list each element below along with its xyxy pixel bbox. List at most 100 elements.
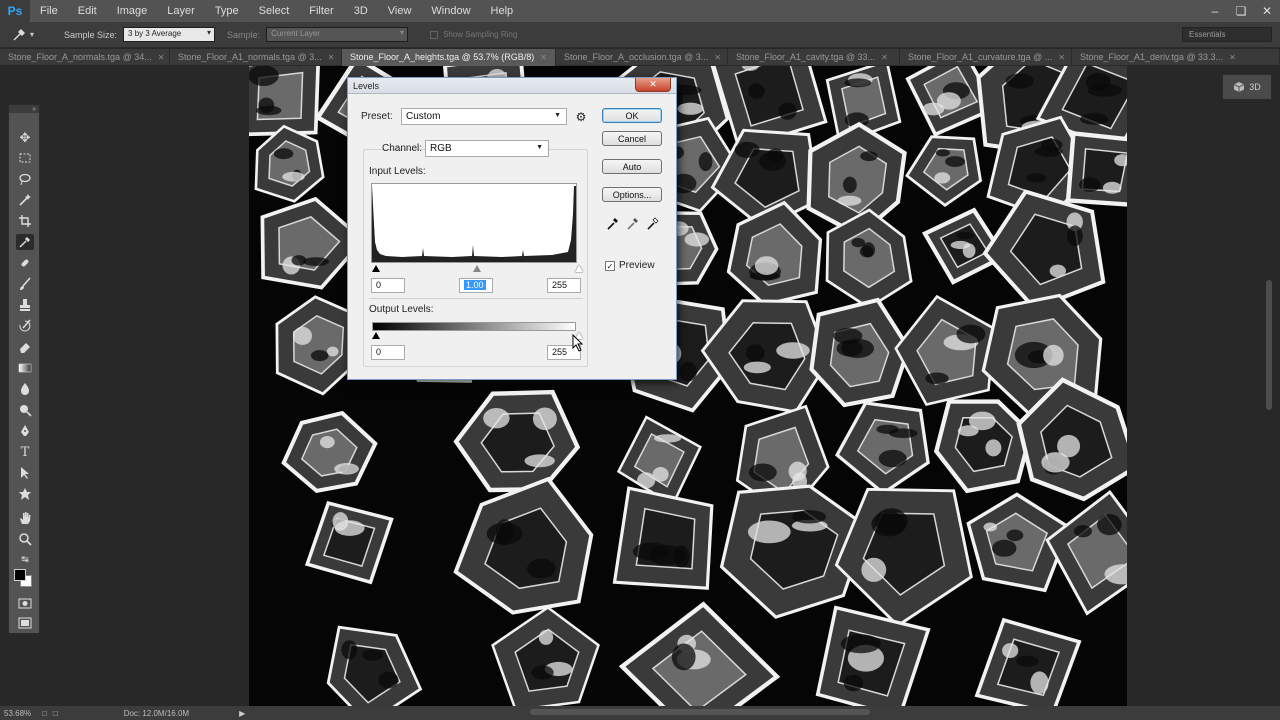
stone-tile-speckle xyxy=(524,454,555,468)
menu-help[interactable]: Help xyxy=(481,0,524,22)
dialog-title-bar[interactable]: Levels ✕ xyxy=(348,78,676,94)
lasso-icon xyxy=(19,173,31,186)
default-colors-toggle[interactable]: ↹ xyxy=(16,551,34,567)
menu-layer[interactable]: Layer xyxy=(157,0,205,22)
eraser-tool[interactable] xyxy=(16,339,34,355)
type-tool[interactable]: T xyxy=(16,444,34,460)
dialog-close-button[interactable]: ✕ xyxy=(635,78,671,92)
input-gamma-field[interactable]: 1.00 xyxy=(459,278,493,293)
brush-tool[interactable] xyxy=(16,276,34,292)
blur-tool[interactable] xyxy=(16,381,34,397)
menu-3d[interactable]: 3D xyxy=(344,0,378,22)
close-icon[interactable]: ✕ xyxy=(714,49,721,66)
gradient-tool[interactable] xyxy=(16,360,34,376)
hand-tool[interactable] xyxy=(16,510,34,526)
tab-occlusion[interactable]: Stone_Floor_A_occlusion.tga @ 3... ✕ xyxy=(556,49,728,66)
marquee-tool[interactable] xyxy=(16,150,34,166)
tools-panel-header[interactable]: » xyxy=(9,105,39,113)
close-icon[interactable]: ✕ xyxy=(328,49,335,66)
menu-view[interactable]: View xyxy=(378,0,422,22)
menu-edit[interactable]: Edit xyxy=(68,0,107,22)
output-black-field[interactable]: 0 xyxy=(371,345,405,360)
input-black-slider[interactable] xyxy=(372,265,380,272)
tab-cavity[interactable]: Stone_Floor_A1_cavity.tga @ 33... ✕ xyxy=(728,49,900,66)
zoom-readout[interactable]: 53.68% xyxy=(0,709,40,718)
close-icon[interactable]: ✕ xyxy=(540,49,547,66)
menu-type[interactable]: Type xyxy=(205,0,249,22)
healing-brush-tool[interactable] xyxy=(16,255,34,271)
ok-button[interactable]: OK xyxy=(602,108,662,123)
channel-select[interactable]: RGB ▼ xyxy=(425,140,549,157)
foreground-color-swatch[interactable] xyxy=(14,569,26,581)
tool-preset-picker[interactable]: ▾ xyxy=(12,25,52,45)
tab-deriv[interactable]: Stone_Floor_A1_deriv.tga @ 33.3... ✕ xyxy=(1072,49,1280,66)
preset-select[interactable]: Custom ▼ xyxy=(401,108,567,125)
preset-options-gear-icon[interactable]: ⚙ xyxy=(574,110,588,124)
cancel-button[interactable]: Cancel xyxy=(602,131,662,146)
menu-image[interactable]: Image xyxy=(107,0,158,22)
shape-tool[interactable] xyxy=(16,486,34,502)
clone-stamp-tool[interactable] xyxy=(16,297,34,313)
pen-tool[interactable] xyxy=(16,423,34,439)
gray-point-eyedropper[interactable] xyxy=(625,215,641,231)
stone-tile-speckle xyxy=(1079,177,1101,192)
stone-tile-speckle xyxy=(833,328,863,344)
tab-heights[interactable]: Stone_Floor_A_heights.tga @ 53.7% (RGB/8… xyxy=(342,49,556,66)
menu-filter[interactable]: Filter xyxy=(299,0,343,22)
zoom-tool[interactable] xyxy=(16,531,34,547)
path-selection-tool[interactable] xyxy=(16,465,34,481)
tab-curvature[interactable]: Stone_Floor_A1_curvature.tga @ ... ✕ xyxy=(900,49,1072,66)
white-point-eyedropper[interactable] xyxy=(645,215,661,231)
close-window-button[interactable]: ✕ xyxy=(1254,0,1280,22)
output-black-slider[interactable] xyxy=(372,332,380,339)
input-black-field[interactable]: 0 xyxy=(371,278,405,293)
menu-select[interactable]: Select xyxy=(249,0,300,22)
dodge-tool[interactable] xyxy=(16,402,34,418)
screen-mode-toggle[interactable] xyxy=(16,615,34,631)
close-icon[interactable]: ✕ xyxy=(881,49,888,66)
tab-label: Stone_Floor_A1_normals.tga @ 3... xyxy=(178,52,322,62)
share-icon[interactable]: □ xyxy=(42,709,47,718)
minimize-button[interactable]: – xyxy=(1202,0,1228,22)
print-icon[interactable]: □ xyxy=(53,709,58,718)
stone-tile-speckle xyxy=(671,643,696,671)
stone-tile-speckle xyxy=(1049,264,1066,278)
sample-size-select[interactable]: 3 by 3 Average xyxy=(123,27,216,42)
sampling-ring-checkbox[interactable]: Show Sampling Ring xyxy=(430,30,517,39)
stone-tile-speckle xyxy=(888,428,918,439)
history-brush-tool[interactable] xyxy=(16,318,34,334)
menu-file[interactable]: File xyxy=(30,0,68,22)
menu-window[interactable]: Window xyxy=(421,0,480,22)
preview-checkbox[interactable]: ✓ xyxy=(605,261,615,271)
tab-a1-normals[interactable]: Stone_Floor_A1_normals.tga @ 3... ✕ xyxy=(170,49,342,66)
close-icon[interactable]: ✕ xyxy=(1229,49,1236,66)
lasso-tool[interactable] xyxy=(16,171,34,187)
restore-button[interactable]: ❏ xyxy=(1228,0,1254,22)
close-icon[interactable]: ✕ xyxy=(158,49,165,66)
stone-tile-speckle xyxy=(1085,72,1111,91)
eyedropper-tool[interactable] xyxy=(16,234,34,250)
collapse-icon[interactable]: » xyxy=(32,106,36,113)
horizontal-scrollbar[interactable] xyxy=(530,709,870,715)
arrow-icon xyxy=(21,467,29,479)
stone-tile-speckle xyxy=(684,232,710,247)
panel-scrollbar[interactable] xyxy=(1266,280,1272,410)
black-point-eyedropper[interactable] xyxy=(605,215,621,231)
close-icon[interactable]: ✕ xyxy=(1058,49,1065,66)
input-white-field[interactable]: 255 xyxy=(547,278,581,293)
stamp-icon xyxy=(20,299,30,311)
workspace-select[interactable]: Essentials xyxy=(1182,27,1272,42)
auto-button[interactable]: Auto xyxy=(602,159,662,174)
status-menu-arrow-icon[interactable]: ▶ xyxy=(239,709,245,718)
quick-select-tool[interactable] xyxy=(16,192,34,208)
options-button[interactable]: Options... xyxy=(602,187,662,202)
sample-select[interactable]: Current Layer xyxy=(266,27,409,42)
move-tool[interactable]: ✥ xyxy=(16,129,34,145)
tab-normals[interactable]: Stone_Floor_A_normals.tga @ 34... ✕ xyxy=(0,49,170,66)
crop-tool[interactable] xyxy=(16,213,34,229)
input-white-slider[interactable] xyxy=(575,265,583,272)
3d-panel-button[interactable]: 3D xyxy=(1222,74,1272,100)
quick-mask-toggle[interactable] xyxy=(16,595,34,611)
stone-tile-speckle xyxy=(985,439,1002,457)
input-gamma-slider[interactable] xyxy=(473,265,481,272)
